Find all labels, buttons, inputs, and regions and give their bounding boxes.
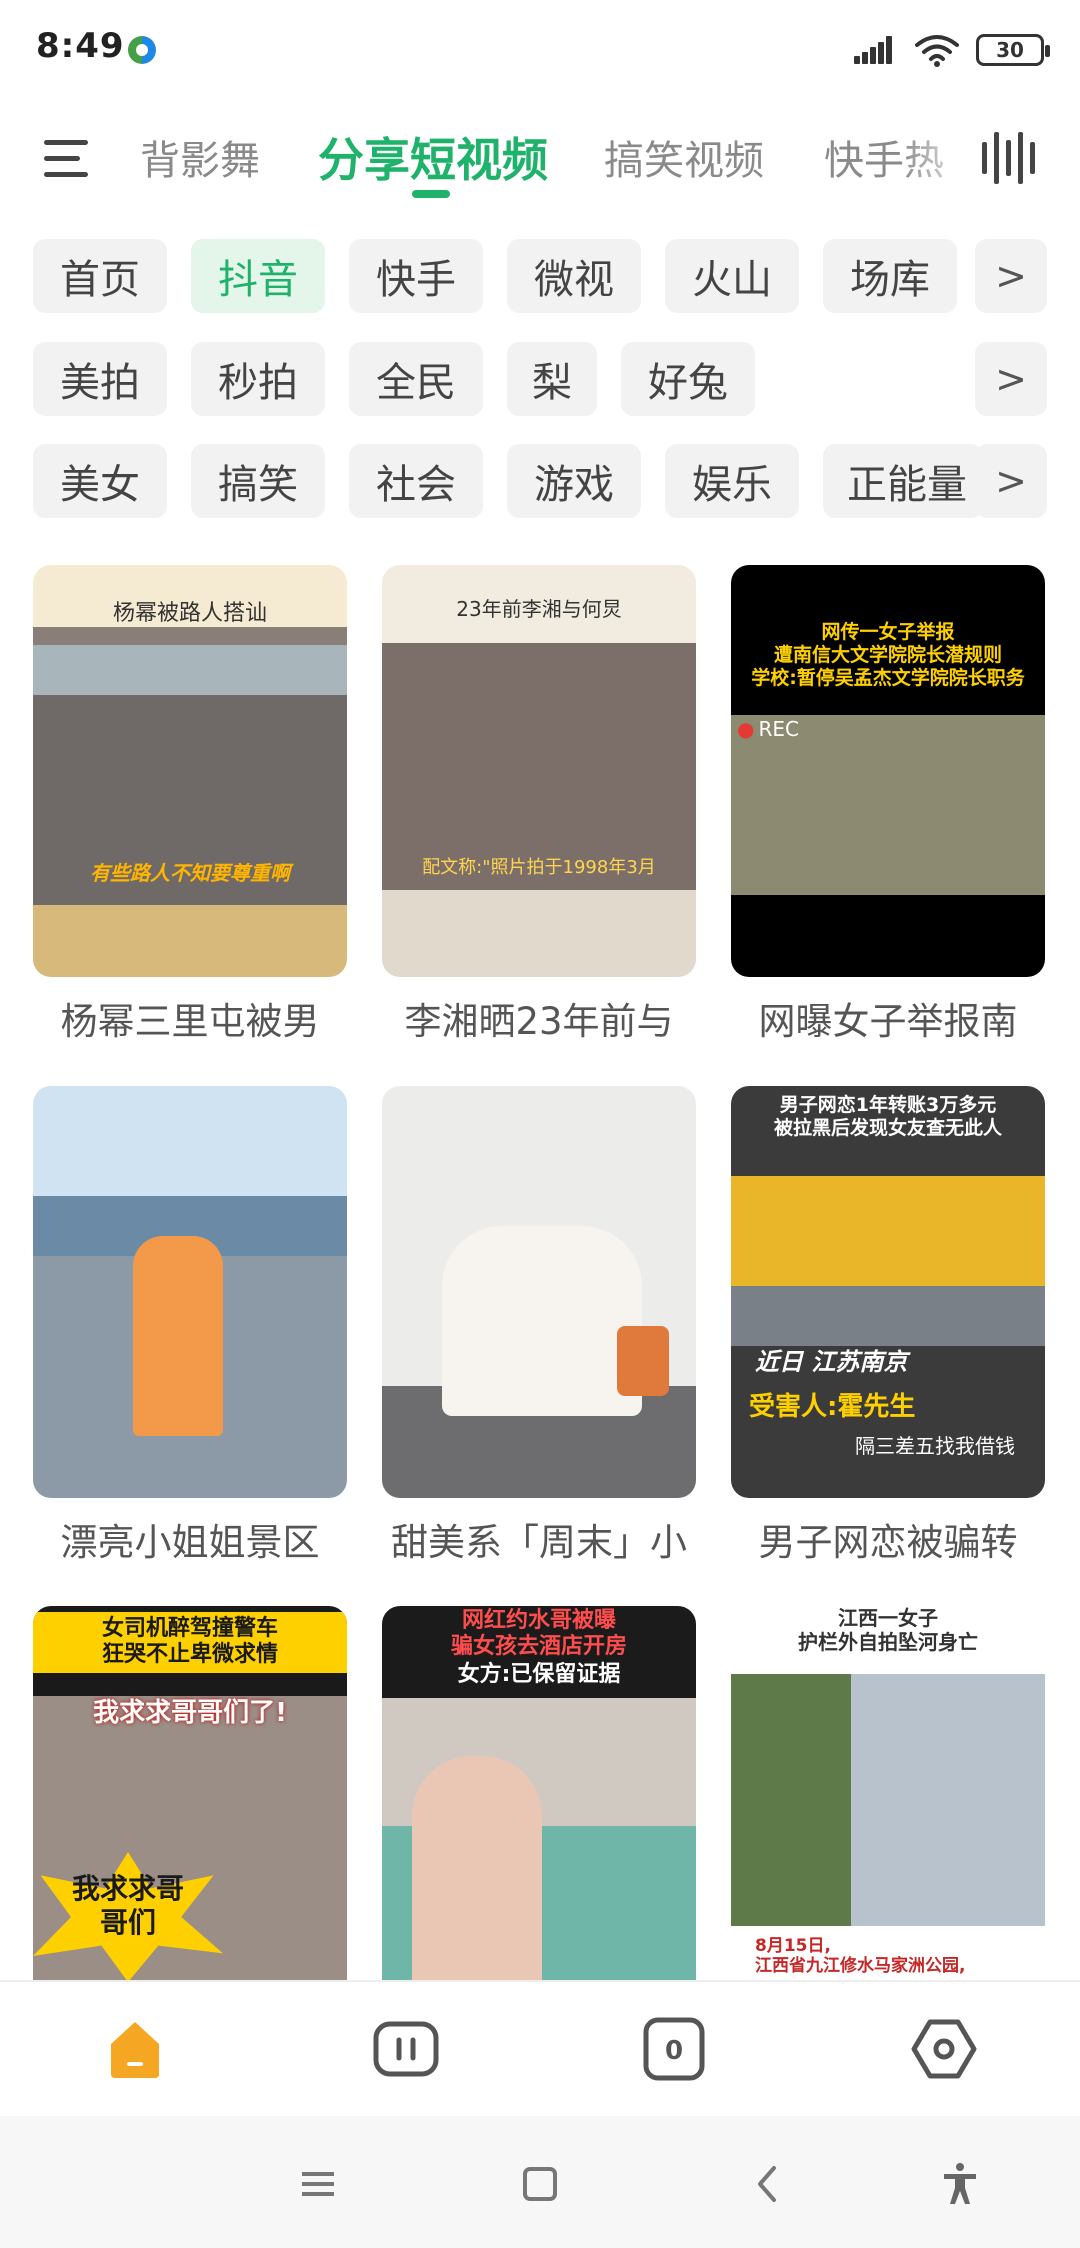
video-thumbnail[interactable]: 网红约水哥被曝 骗女孩去酒店开房 女方:已保留证据 [382, 1606, 696, 1980]
chip-row3-more-button[interactable]: > [975, 444, 1047, 518]
rec-label: REC [737, 717, 799, 741]
accessibility-icon[interactable] [936, 2160, 984, 2208]
video-thumbnail[interactable]: 网传一女子举报 遭南信大文学院院长潜规则 学校:暂停吴孟杰文学院院长职务 REC [731, 565, 1045, 977]
thumbnail-overlay-text: 配文称:"照片拍于1998年3月 [422, 857, 656, 878]
app-notification-icon [128, 36, 156, 64]
active-tab-indicator [412, 190, 450, 198]
video-title: 李湘晒23年前与 [404, 1000, 674, 1043]
video-card[interactable]: 网红约水哥被曝 骗女孩去酒店开房 女方:已保留证据 [382, 1606, 696, 1980]
chip-beauty[interactable]: 美女 [33, 444, 167, 518]
back-icon[interactable] [744, 2160, 792, 2208]
chip-row1-more-button[interactable]: > [975, 239, 1047, 313]
video-card[interactable]: 杨幂被路人搭讪 有些路人不知要尊重啊 杨幂三里屯被男 [33, 565, 347, 1045]
chip-society[interactable]: 社会 [349, 444, 483, 518]
chip-huoshan[interactable]: 火山 [665, 239, 799, 313]
chip-quanmin[interactable]: 全民 [349, 342, 483, 416]
thumbnail-overlay-text: 我求求哥 哥们 [71, 1872, 184, 1939]
video-card[interactable]: 网传一女子举报 遭南信大文学院院长潜规则 学校:暂停吴孟杰文学院院长职务 REC… [731, 565, 1045, 1045]
video-thumbnail[interactable]: 杨幂被路人搭讪 有些路人不知要尊重啊 [33, 565, 347, 977]
pause-icon[interactable] [372, 2016, 440, 2082]
channel-bars-icon[interactable] [980, 132, 1036, 184]
thumbnail-overlay-text: 近日 江苏南京 [755, 1348, 908, 1376]
thumbnail-overlay-text: 我求求哥哥们了! [93, 1698, 287, 1728]
video-card[interactable]: 男子网恋1年转账3万多元 被拉黑后发现女友查无此人 近日 江苏南京 受害人:霍先… [731, 1086, 1045, 1566]
thumbnail-overlay-text: 网传一女子举报 遭南信大文学院院长潜规则 学校:暂停吴孟杰文学院院长职务 [751, 621, 1025, 689]
thumbnail-overlay-text: 杨幂被路人搭讪 [112, 601, 267, 626]
video-title: 杨幂三里屯被男 [60, 1000, 320, 1043]
bottom-nav-bar: 0 [0, 1980, 1080, 2116]
video-thumbnail[interactable]: 男子网恋1年转账3万多元 被拉黑后发现女友查无此人 近日 江苏南京 受害人:霍先… [731, 1086, 1045, 1498]
thumbnail-overlay-text: 江西一女子 护栏外自拍坠河身亡 [798, 1606, 978, 1654]
settings-icon[interactable] [910, 2016, 978, 2082]
video-thumbnail[interactable]: 女司机醉驾撞警车 狂哭不止卑微求情 我求求哥哥们了! 我求求哥 哥们 [33, 1606, 347, 1980]
thumbnail-overlay-text: 网红约水哥被曝 骗女孩去酒店开房 [450, 1608, 627, 1660]
thumbnail-overlay-text: 8月15日, 江西省九江修水马家洲公园, [755, 1936, 966, 1977]
thumbnail-overlay-text: 有些路人不知要尊重啊 [90, 861, 290, 885]
video-card[interactable]: 甜美系「周末」小 [382, 1086, 696, 1566]
status-time: 8:49 [36, 26, 125, 66]
video-thumbnail[interactable] [382, 1086, 696, 1498]
video-title: 男子网恋被骗转 [758, 1521, 1018, 1564]
signal-icon [854, 34, 898, 66]
video-card[interactable]: 23年前李湘与何炅 配文称:"照片拍于1998年3月 李湘晒23年前与 [382, 565, 696, 1045]
thumbnail-overlay-text: 受害人:霍先生 [749, 1392, 916, 1422]
video-card[interactable]: 女司机醉驾撞警车 狂哭不止卑微求情 我求求哥哥们了! 我求求哥 哥们 [33, 1606, 347, 1980]
chip-kuaishou[interactable]: 快手 [349, 239, 483, 313]
chip-home[interactable]: 首页 [33, 239, 167, 313]
svg-text:0: 0 [665, 2036, 683, 2066]
zero-badge-icon[interactable]: 0 [640, 2016, 708, 2082]
thumbnail-overlay-text: 女方:已保留证据 [457, 1662, 621, 1687]
video-title: 甜美系「周末」小 [391, 1521, 687, 1564]
chip-miaopai[interactable]: 秒拍 [191, 342, 325, 416]
top-tab-bar: 背影舞 分享短视频 搞笑视频 快手热 [0, 110, 1080, 210]
chip-funny[interactable]: 搞笑 [191, 444, 325, 518]
chip-entertainment[interactable]: 娱乐 [665, 444, 799, 518]
video-thumbnail[interactable]: 23年前李湘与何炅 配文称:"照片拍于1998年3月 [382, 565, 696, 977]
system-nav-bar [0, 2116, 1080, 2248]
chip-positive-energy[interactable]: 正能量 [823, 444, 983, 518]
battery-icon: 30 [976, 34, 1050, 66]
chip-meipai[interactable]: 美拍 [33, 342, 167, 416]
video-thumbnail[interactable] [33, 1086, 347, 1498]
chip-li[interactable]: 梨 [507, 342, 597, 416]
thumbnail-overlay-text: 女司机醉驾撞警车 狂哭不止卑微求情 [33, 1612, 347, 1673]
tab-share-short-video[interactable]: 分享短视频 [318, 124, 548, 190]
home-icon[interactable] [103, 2020, 167, 2080]
video-card[interactable]: 江西一女子 护栏外自拍坠河身亡 8月15日, 江西省九江修水马家洲公园, [731, 1606, 1045, 1980]
video-title: 网曝女子举报南 [758, 1000, 1018, 1043]
menu-icon[interactable] [294, 2160, 342, 2208]
chip-weishi[interactable]: 微视 [507, 239, 641, 313]
tab-background-dance[interactable]: 背影舞 [140, 128, 260, 186]
thumbnail-overlay-text: 隔三差五找我借钱 [855, 1434, 1015, 1458]
chip-row2-more-button[interactable]: > [975, 342, 1047, 416]
video-title: 漂亮小姐姐景区 [60, 1521, 320, 1564]
video-card[interactable]: 漂亮小姐姐景区 [33, 1086, 347, 1566]
video-thumbnail[interactable]: 江西一女子 护栏外自拍坠河身亡 8月15日, 江西省九江修水马家洲公园, [731, 1606, 1045, 1980]
chip-games[interactable]: 游戏 [507, 444, 641, 518]
wifi-icon [915, 35, 959, 67]
tab-funny-videos[interactable]: 搞笑视频 [604, 128, 764, 186]
chip-changku[interactable]: 场库 [823, 239, 957, 313]
thumbnail-overlay-text: 23年前李湘与何炅 [456, 597, 622, 621]
thumbnail-overlay-text: 男子网恋1年转账3万多元 被拉黑后发现女友查无此人 [773, 1094, 1002, 1139]
chip-douyin[interactable]: 抖音 [191, 239, 325, 313]
chip-haotu[interactable]: 好兔 [621, 342, 755, 416]
menu-icon[interactable] [44, 136, 92, 180]
home-square-icon[interactable] [516, 2160, 564, 2208]
status-bar: 8:49 30 [0, 0, 1080, 100]
